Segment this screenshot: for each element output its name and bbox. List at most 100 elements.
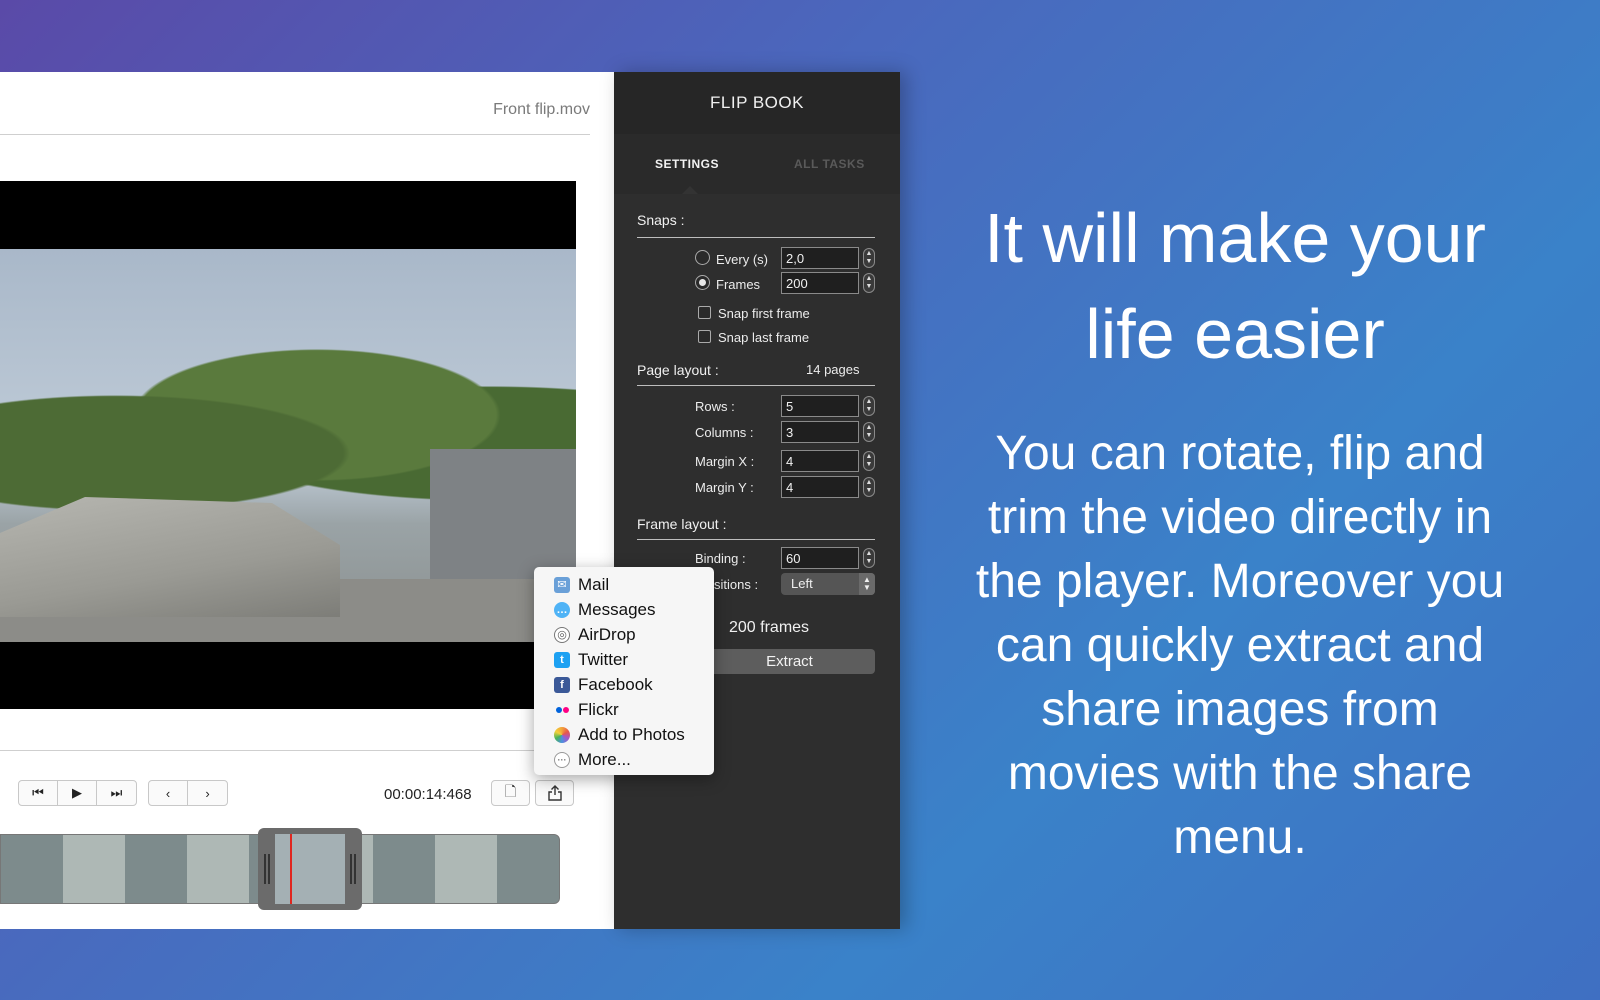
document-icon: 🗋 — [504, 783, 517, 799]
share-menu-item-flickr[interactable]: Flickr — [534, 697, 714, 722]
facebook-icon: f — [554, 676, 570, 693]
share-menu-item-more[interactable]: ··· More... — [534, 747, 714, 772]
trim-selection[interactable] — [258, 828, 362, 910]
page-count: 14 pages — [806, 362, 860, 377]
transport-controls: ⏮ ▶ ⏭ — [18, 780, 137, 806]
snap-last-frame-checkbox[interactable] — [698, 330, 711, 343]
skip-to-start-button[interactable]: ⏮ — [19, 781, 58, 805]
share-menu-item-facebook[interactable]: f Facebook — [534, 672, 714, 697]
share-menu: ✉ Mail … Messages ◎ AirDrop t Twitter f … — [534, 567, 714, 775]
menu-item-label: Flickr — [578, 699, 619, 719]
skip-to-end-button[interactable]: ⏭ — [97, 781, 136, 805]
rows-label: Rows : — [695, 399, 735, 414]
controls-divider — [0, 750, 590, 751]
frame-step-controls: ‹ › — [148, 780, 228, 806]
page-layout-divider — [637, 385, 875, 386]
next-frame-button[interactable]: › — [188, 781, 227, 805]
more-icon: ··· — [554, 751, 570, 768]
frames-count: 200 frames — [729, 619, 810, 636]
positions-label: sitions : — [714, 577, 759, 592]
menu-item-label: Messages — [578, 599, 656, 619]
margin-y-input[interactable] — [781, 476, 859, 498]
previous-frame-button[interactable]: ‹ — [149, 781, 188, 805]
margin-x-stepper[interactable]: ▲ ▼ — [863, 451, 875, 471]
page-layout-section-label: Page layout : — [637, 362, 719, 378]
timecode: 00:00:14:468 — [384, 786, 472, 803]
document-button[interactable]: 🗋 — [491, 780, 530, 806]
extract-button[interactable]: Extract — [704, 649, 875, 674]
positions-select[interactable]: Left ▲ ▼ — [781, 573, 875, 595]
frames-stepper[interactable]: ▲ ▼ — [863, 273, 875, 293]
share-menu-item-messages[interactable]: … Messages — [534, 597, 714, 622]
frames-radio[interactable] — [695, 275, 710, 290]
snap-last-frame-label: Snap last frame — [718, 330, 810, 345]
share-menu-item-twitter[interactable]: t Twitter — [534, 647, 714, 672]
play-icon: ▶ — [72, 785, 82, 800]
positions-selected-value: Left — [791, 576, 813, 591]
frames-input[interactable] — [781, 272, 859, 294]
select-arrows-icon: ▲ ▼ — [859, 573, 875, 595]
active-tab-indicator — [682, 186, 698, 194]
frame-layout-section-label: Frame layout : — [637, 516, 727, 532]
title-divider — [0, 134, 590, 135]
video-frame[interactable] — [0, 181, 576, 709]
rows-stepper[interactable]: ▲ ▼ — [863, 396, 875, 416]
frames-label: Frames — [716, 277, 761, 292]
video-player-panel: Front flip.mov ⏮ ▶ ⏭ ‹ › 00:00:14:468 🗋 — [0, 72, 614, 929]
playhead[interactable] — [290, 834, 292, 904]
every-seconds-radio[interactable] — [695, 250, 710, 265]
flipbook-title: FLIP BOOK — [614, 72, 900, 134]
frame-layout-divider — [637, 539, 875, 540]
trim-handle-right-line — [354, 854, 356, 884]
every-seconds-stepper[interactable]: ▲ ▼ — [863, 248, 875, 268]
share-button[interactable] — [535, 780, 574, 806]
every-seconds-input[interactable] — [781, 247, 859, 269]
menu-item-label: Mail — [578, 574, 610, 594]
menu-item-label: More... — [578, 749, 631, 769]
skip-start-icon: ⏮ — [32, 785, 44, 800]
airdrop-icon: ◎ — [554, 626, 570, 643]
menu-item-label: Twitter — [578, 649, 629, 669]
twitter-icon: t — [554, 651, 570, 668]
columns-input[interactable] — [781, 421, 859, 443]
video-scene-image — [0, 249, 576, 642]
columns-stepper[interactable]: ▲ ▼ — [863, 422, 875, 442]
snaps-divider — [637, 237, 875, 238]
chevron-right-icon: › — [205, 785, 210, 801]
binding-stepper[interactable]: ▲ ▼ — [863, 548, 875, 568]
headline-line-2: life easier — [1085, 295, 1385, 373]
trim-handle-left-line — [268, 854, 270, 884]
menu-item-label: AirDrop — [578, 624, 636, 644]
share-menu-item-airdrop[interactable]: ◎ AirDrop — [534, 622, 714, 647]
mail-icon: ✉ — [554, 576, 570, 593]
margin-x-input[interactable] — [781, 450, 859, 472]
snap-first-frame-checkbox[interactable] — [698, 306, 711, 319]
trim-handle-right[interactable] — [350, 854, 352, 884]
menu-item-label: Add to Photos — [578, 724, 685, 744]
tab-settings[interactable]: SETTINGS — [655, 157, 719, 171]
flipbook-panel: FLIP BOOK SETTINGS ALL TASKS Snaps : Eve… — [614, 72, 900, 929]
chevron-left-icon: ‹ — [165, 785, 171, 801]
flickr-icon — [554, 702, 570, 718]
messages-icon: … — [554, 601, 570, 618]
margin-y-stepper[interactable]: ▲ ▼ — [863, 477, 875, 497]
play-button[interactable]: ▶ — [58, 781, 97, 805]
tab-all-tasks[interactable]: ALL TASKS — [794, 157, 865, 171]
skip-end-icon: ⏭ — [110, 785, 123, 800]
every-seconds-label: Every (s) — [716, 252, 768, 267]
snap-first-frame-label: Snap first frame — [718, 306, 810, 321]
scene-ramp — [0, 497, 340, 617]
binding-input[interactable] — [781, 547, 859, 569]
photos-icon — [554, 726, 570, 743]
snaps-section-label: Snaps : — [637, 212, 685, 228]
share-menu-item-mail[interactable]: ✉ Mail — [534, 572, 714, 597]
flipbook-tabs: SETTINGS ALL TASKS — [614, 134, 900, 194]
binding-label: Binding : — [695, 551, 746, 566]
columns-label: Columns : — [695, 425, 754, 440]
rows-input[interactable] — [781, 395, 859, 417]
trim-handle-left[interactable] — [264, 854, 266, 884]
headline-line-1: It will make your — [984, 199, 1486, 277]
margin-y-label: Margin Y : — [695, 480, 754, 495]
margin-x-label: Margin X : — [695, 454, 755, 469]
share-menu-item-add-to-photos[interactable]: Add to Photos — [534, 722, 714, 747]
